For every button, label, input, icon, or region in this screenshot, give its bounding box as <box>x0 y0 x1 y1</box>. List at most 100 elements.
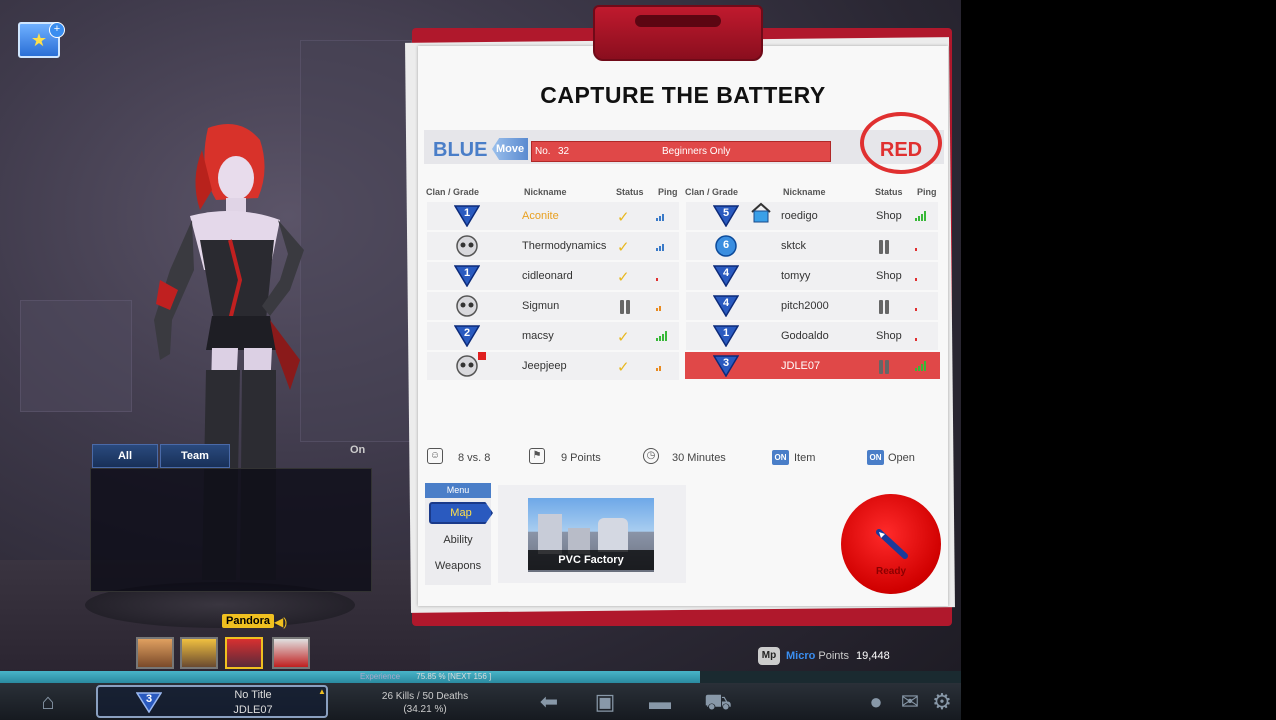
mail-icon[interactable]: ✉ <box>896 689 924 715</box>
open-toggle[interactable]: ON <box>867 450 884 465</box>
mp-icon: Mp <box>758 647 780 665</box>
header-clan-grade: Clan / Grade <box>426 187 480 197</box>
grade-number: 4 <box>722 297 730 309</box>
players-icon: ☺ <box>427 448 443 464</box>
ping-signal-icon <box>915 241 929 251</box>
player-nickname[interactable]: macsy <box>522 330 554 342</box>
home-icon[interactable]: ⌂ <box>34 689 62 715</box>
pen-icon <box>876 529 908 559</box>
ping-signal-icon <box>915 211 929 221</box>
kills-deaths: 26 Kills / 50 Deaths <box>381 691 469 702</box>
micro-label: Micro <box>786 650 816 662</box>
grade-badge-icon <box>454 295 480 317</box>
grade-badge-icon: 4 <box>712 265 740 288</box>
grade-badge-icon: 6 <box>713 235 739 257</box>
grade-badge-icon: 1 <box>712 325 740 348</box>
player-nickname[interactable]: Sigmun <box>522 300 559 312</box>
game-mode-title: CAPTURE THE BATTERY <box>540 82 826 108</box>
menu-map-button[interactable]: Map <box>429 502 493 524</box>
profile-card[interactable]: 3 No Title JDLE07 ▲ <box>96 685 328 718</box>
ping-signal-icon <box>656 301 670 311</box>
player-status: Shop <box>876 210 902 222</box>
player-nickname[interactable]: Aconite <box>522 210 559 222</box>
character-slot[interactable] <box>136 637 174 669</box>
ping-signal-icon <box>656 361 670 371</box>
chat-bubble-icon[interactable]: ● <box>862 689 890 715</box>
ready-label: Ready <box>875 566 906 577</box>
header-nickname: Nickname <box>524 187 567 197</box>
letterbox <box>961 0 1276 720</box>
inventory-icon[interactable]: ▣ <box>591 689 619 715</box>
item-toggle[interactable]: ON <box>772 450 789 465</box>
room-host-house-icon <box>750 202 772 224</box>
room-number: 32 <box>558 146 570 157</box>
grade-number: 4 <box>722 267 730 279</box>
grade-badge-icon <box>454 235 480 257</box>
header-status: Status <box>875 187 903 197</box>
chat-tab-team[interactable]: Team <box>160 444 230 468</box>
blue-team-label: BLUE <box>433 139 488 161</box>
chat-panel: All Team <box>90 442 372 592</box>
waiting-pause-icon <box>878 240 890 254</box>
move-team-button[interactable]: Move <box>492 138 528 160</box>
ping-signal-icon <box>656 241 670 251</box>
chat-on-toggle[interactable]: On <box>350 444 365 456</box>
profile-grade: 3 <box>145 693 153 705</box>
character-name-tag: Pandora <box>222 614 275 628</box>
header-clan-grade: Clan / Grade <box>685 187 739 197</box>
experience-label: Experience <box>360 672 401 681</box>
player-nickname[interactable]: Godoaldo <box>781 330 829 342</box>
header-nickname: Nickname <box>783 187 826 197</box>
caret-up-icon[interactable]: ▲ <box>318 687 326 696</box>
experience-text: Experience 75.85 % [NEXT 156 ] <box>360 672 491 681</box>
chat-tab-all[interactable]: All <box>92 444 158 468</box>
red-team-label: RED <box>879 139 923 161</box>
grade-number: 1 <box>722 327 730 339</box>
grade-number: 1 <box>463 207 471 219</box>
plus-icon[interactable]: + <box>49 22 65 38</box>
player-nickname[interactable]: roedigo <box>781 210 818 222</box>
waiting-pause-icon <box>878 360 890 374</box>
ready-button[interactable] <box>841 494 941 594</box>
player-nickname[interactable]: sktck <box>781 240 806 252</box>
header-ping: Ping <box>917 187 937 197</box>
ready-check-icon: ✓ <box>617 329 630 346</box>
profile-name: JDLE07 <box>233 704 273 716</box>
menu-weapons-button[interactable]: Weapons <box>425 560 491 572</box>
item-label: Item <box>794 452 816 464</box>
shop-cart-icon[interactable]: ⛟ <box>704 689 732 715</box>
grade-number: 3 <box>722 357 730 369</box>
player-nickname[interactable]: pitch2000 <box>781 300 829 312</box>
player-nickname[interactable]: Thermodynamics <box>522 240 606 252</box>
ping-signal-icon <box>656 271 670 281</box>
kd-ratio: (34.21 %) <box>403 704 447 715</box>
player-nickname[interactable]: JDLE07 <box>781 360 820 372</box>
header-status: Status <box>616 187 644 197</box>
folder-icon[interactable]: ▬ <box>646 689 674 715</box>
chat-log[interactable] <box>90 468 372 592</box>
grade-badge-icon: 3 <box>712 355 740 378</box>
grade-badge-icon: 2 <box>453 325 481 348</box>
grade-badge-icon: 1 <box>453 205 481 228</box>
back-arrow-icon[interactable]: ⬅ <box>535 689 563 715</box>
grade-badge-icon <box>454 355 480 377</box>
kill-death-stats: 26 Kills / 50 Deaths (34.21 %) <box>345 690 505 716</box>
player-nickname[interactable]: Jeepjeep <box>522 360 567 372</box>
player-count: 8 vs. 8 <box>458 452 491 464</box>
character-slot[interactable] <box>180 637 218 669</box>
menu-ability-button[interactable]: Ability <box>425 534 491 546</box>
room-sheet: CAPTURE THE BATTERY BLUE Move No. 32 Beg… <box>418 46 948 606</box>
speaker-icon[interactable]: ◀) <box>274 615 287 629</box>
player-nickname[interactable]: cidleonard <box>522 270 573 282</box>
ping-signal-icon <box>915 361 929 371</box>
wall-panel <box>20 300 132 412</box>
character-slot-selected[interactable] <box>225 637 263 669</box>
grade-badge-icon: 5 <box>712 205 740 228</box>
settings-gear-icon[interactable]: ⚙ <box>928 689 956 715</box>
grade-number: 2 <box>463 327 471 339</box>
grade-number: 1 <box>463 267 471 279</box>
room-info-bar: No. 32 Beginners Only <box>531 141 831 162</box>
player-nickname[interactable]: tomyy <box>781 270 810 282</box>
character-slot[interactable] <box>272 637 310 669</box>
room-name: Beginners Only <box>662 146 731 157</box>
